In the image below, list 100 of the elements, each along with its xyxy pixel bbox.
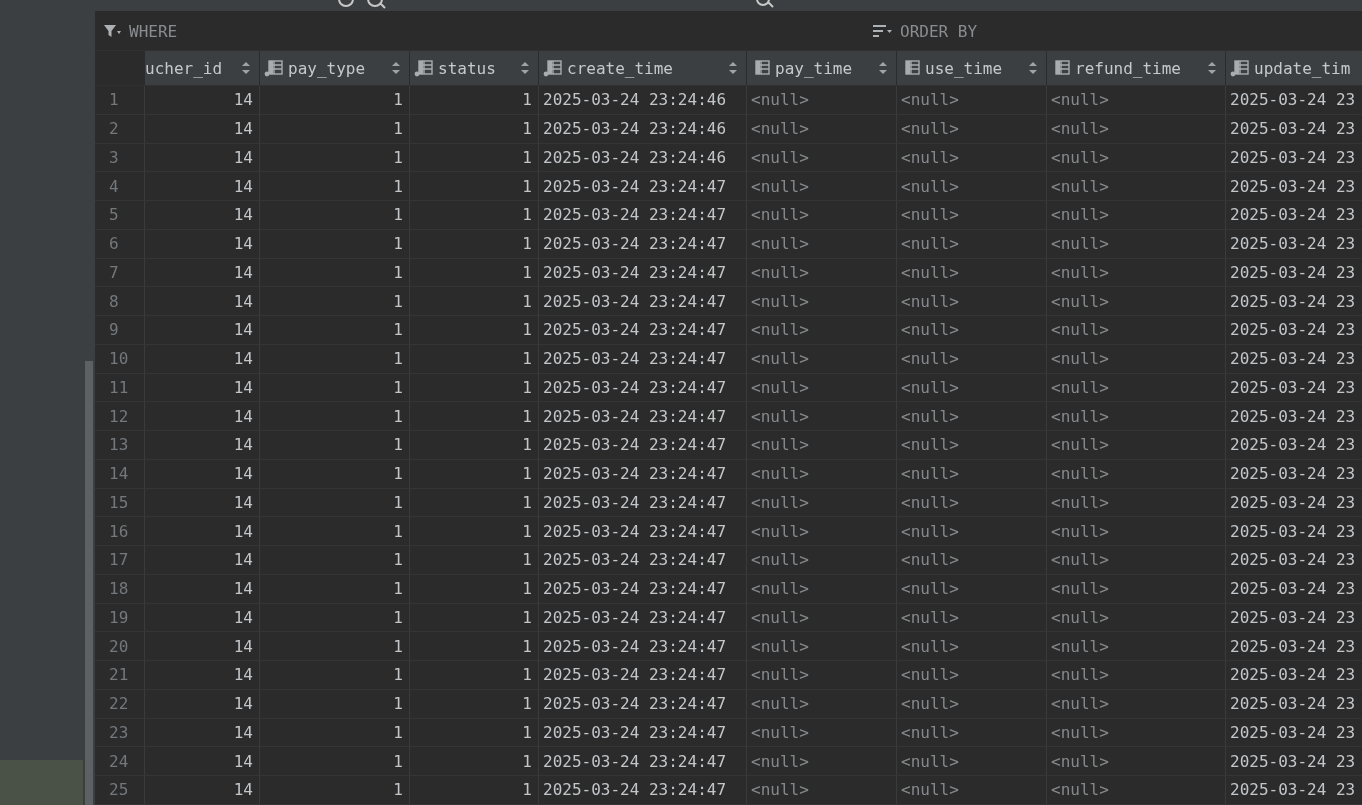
filter-icon[interactable]: [103, 23, 123, 39]
table-cell: 1: [410, 201, 539, 229]
table-cell: 1: [260, 776, 410, 804]
table-cell: 2025-03-24 23:24:47: [539, 201, 747, 229]
table-cell: <null>: [897, 718, 1047, 747]
table-cell: 1: [260, 517, 410, 545]
table-cell: 14: [145, 574, 260, 603]
table-cell: 2025-03-24 23: [1226, 603, 1362, 632]
table-cell: 2025-03-24 23: [1226, 747, 1362, 775]
table-cell: 14: [145, 459, 260, 488]
scrollbar-thumb[interactable]: [85, 361, 93, 805]
table-cell: <null>: [747, 373, 897, 402]
sort-arrows-icon[interactable]: [878, 61, 888, 75]
row-number: 13: [95, 431, 145, 459]
table-cell: <null>: [747, 86, 897, 114]
where-label[interactable]: WHERE: [129, 21, 178, 41]
table-cell: 2025-03-24 23:24:47: [539, 776, 747, 804]
table-cell: 14: [145, 229, 260, 258]
sort-arrows-icon[interactable]: [520, 61, 530, 75]
sort-arrows-icon[interactable]: [1207, 61, 1217, 75]
row-number: 19: [95, 603, 145, 632]
table-cell: <null>: [747, 344, 897, 373]
table-cell: <null>: [1047, 143, 1226, 172]
table-cell: 2025-03-24 23:24:47: [539, 546, 747, 574]
column-header[interactable]: ucher_id: [145, 51, 260, 85]
column-header[interactable]: create_time: [539, 51, 747, 85]
table-cell: 2025-03-24 23: [1226, 86, 1362, 114]
table-cell: 2025-03-24 23: [1226, 431, 1362, 459]
table-cell: <null>: [747, 747, 897, 775]
table-cell: 14: [145, 258, 260, 287]
table-cell: <null>: [1047, 718, 1226, 747]
table-cell: 2025-03-24 23: [1226, 114, 1362, 143]
table-cell: <null>: [747, 402, 897, 430]
table-cell: 2025-03-24 23:24:46: [539, 143, 747, 172]
table-cell: <null>: [1047, 747, 1226, 775]
column-header[interactable]: status: [410, 51, 539, 85]
sort-lines-icon[interactable]: [872, 23, 894, 39]
scrollbar[interactable]: [83, 0, 95, 805]
table-cell: 14: [145, 114, 260, 143]
table-cell: 1: [410, 143, 539, 172]
table-cell: 14: [145, 402, 260, 430]
column-header[interactable]: pay_time: [747, 51, 897, 85]
table-cell: <null>: [897, 143, 1047, 172]
table-cell: 2025-03-24 23:24:47: [539, 344, 747, 373]
table-cell: <null>: [897, 747, 1047, 775]
table-cell: 1: [410, 258, 539, 287]
column-header[interactable]: pay_type: [260, 51, 410, 85]
table-cell: <null>: [1047, 661, 1226, 689]
row-number: 11: [95, 373, 145, 402]
table-cell: 14: [145, 86, 260, 114]
row-number: 7: [95, 258, 145, 287]
column-header[interactable]: use_time: [897, 51, 1047, 85]
table-cell: 1: [410, 114, 539, 143]
table-cell: 1: [260, 201, 410, 229]
table-cell: <null>: [1047, 344, 1226, 373]
search-icon[interactable]: [365, 0, 387, 11]
table-cell: 14: [145, 603, 260, 632]
table-cell: <null>: [897, 229, 1047, 258]
table-cell: 2025-03-24 23:24:47: [539, 459, 747, 488]
table-cell: <null>: [1047, 488, 1226, 517]
column-header[interactable]: update_tim: [1226, 51, 1362, 85]
table-cell: <null>: [897, 114, 1047, 143]
table-cell: 2025-03-24 23: [1226, 718, 1362, 747]
table-cell: 14: [145, 287, 260, 315]
row-number: 18: [95, 574, 145, 603]
table-cell: <null>: [747, 316, 897, 344]
table-cell: <null>: [897, 546, 1047, 574]
table-cell: <null>: [747, 776, 897, 804]
table-cell: 1: [410, 661, 539, 689]
sort-arrows-icon[interactable]: [728, 61, 738, 75]
column-header[interactable]: refund_time: [1047, 51, 1226, 85]
table-cell: 2025-03-24 23: [1226, 517, 1362, 545]
table-cell: 1: [260, 747, 410, 775]
order-by-label[interactable]: ORDER BY: [900, 21, 978, 41]
table-cell: 1: [260, 431, 410, 459]
table-cell: 1: [410, 747, 539, 775]
table-cell: 1: [260, 143, 410, 172]
table-cell: 1: [410, 316, 539, 344]
table-cell: 1: [410, 344, 539, 373]
sort-arrows-icon[interactable]: [241, 61, 251, 75]
table-cell: <null>: [747, 287, 897, 315]
sort-arrows-icon[interactable]: [391, 61, 401, 75]
table-cell: 2025-03-24 23:24:47: [539, 373, 747, 402]
table-cell: 14: [145, 201, 260, 229]
table-cell: 2025-03-24 23:24:47: [539, 632, 747, 660]
sort-arrows-icon[interactable]: [1028, 61, 1038, 75]
table-cell: 2025-03-24 23:24:47: [539, 172, 747, 200]
table-cell: <null>: [747, 632, 897, 660]
row-number: 15: [95, 488, 145, 517]
table-cell: <null>: [1047, 402, 1226, 430]
table-cell: 1: [260, 402, 410, 430]
table-cell: 14: [145, 776, 260, 804]
table-cell: <null>: [1047, 546, 1226, 574]
row-number: 20: [95, 632, 145, 660]
table-cell: 14: [145, 316, 260, 344]
table-cell: 1: [410, 632, 539, 660]
table-cell: <null>: [747, 517, 897, 545]
table-cell: 1: [410, 574, 539, 603]
table-cell: <null>: [747, 689, 897, 718]
row-number: 2: [95, 114, 145, 143]
